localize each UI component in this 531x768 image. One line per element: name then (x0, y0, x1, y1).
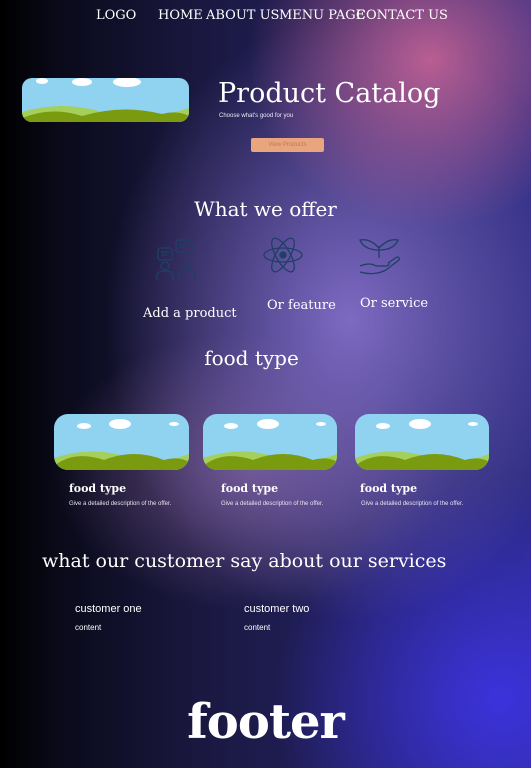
nav-about-us-link[interactable]: ABOUT US (206, 8, 279, 23)
hand-plant-icon (356, 236, 402, 276)
food-heading: food type (204, 346, 299, 370)
food-card-title: food type (360, 482, 418, 495)
nav-menu-page-link[interactable]: MENU PAGE (279, 8, 365, 23)
food-card-image[interactable] (355, 414, 489, 470)
offer-add-product-label: Add a product (143, 306, 237, 321)
food-card-description: Give a detailed description of the offer… (361, 501, 464, 507)
people-chat-icon (154, 236, 200, 282)
food-card-image[interactable] (54, 414, 189, 470)
testimonial-name: customer two (244, 603, 310, 615)
nav-contact-us-link[interactable]: CONTACT US (356, 8, 448, 23)
atom-icon (262, 232, 304, 278)
hero-image (22, 78, 189, 122)
footer-label: footer (187, 694, 345, 750)
offer-heading: What we offer (194, 197, 337, 221)
food-card-description: Give a detailed description of the offer… (221, 501, 324, 507)
food-card-description: Give a detailed description of the offer… (69, 501, 172, 507)
testimonial-name: customer one (75, 603, 142, 615)
food-card-title: food type (69, 482, 127, 495)
food-card-image[interactable] (203, 414, 337, 470)
offer-service-label: Or service (360, 296, 429, 311)
logo[interactable]: LOGO (96, 8, 136, 23)
hero-title: Product Catalog (218, 78, 441, 109)
offer-feature-label: Or feature (267, 298, 336, 313)
hero-subtitle: Choose what's good for you (219, 113, 294, 119)
testimonial-content: content (244, 623, 271, 632)
nav-home-link[interactable]: HOME (158, 8, 203, 23)
testimonial-content: content (75, 623, 102, 632)
food-card-title: food type (221, 482, 279, 495)
view-products-button[interactable]: View Products (251, 138, 324, 152)
testimonials-heading: what our customer say about our services (42, 550, 447, 572)
